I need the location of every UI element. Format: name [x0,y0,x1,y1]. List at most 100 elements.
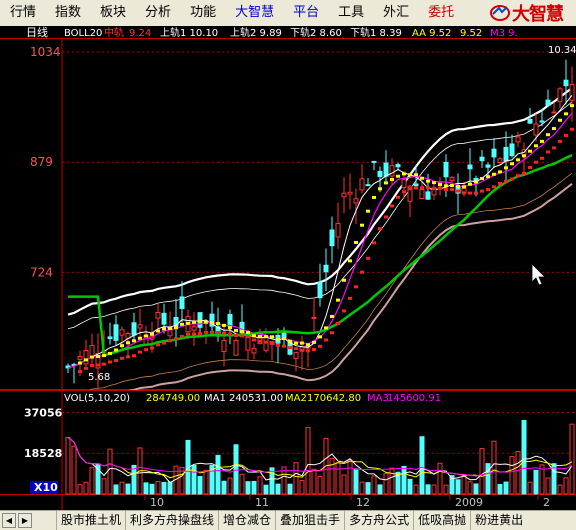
red-dot [474,191,478,195]
indicator-value-3: 下轨1 8.39 [350,26,402,39]
price-chart-panel[interactable]: 日线 BOLL20 中轨 9.24 上轨1 10.10 上轨2 9.89 下轨2 8.60… [0,26,576,390]
yellow-dot [84,358,88,362]
volume-bar [569,423,575,495]
yellow-dot [546,133,550,137]
indicator-mid-label: 中轨 [104,26,124,39]
tab-3[interactable]: 叠加狙击手 [275,511,344,530]
price-axis-label-2: 724 [30,265,53,279]
tab-2[interactable]: 增仓减仓 [218,511,275,530]
red-dot [390,204,394,208]
menu-item-0[interactable]: 行情 [0,0,45,26]
volume-bar [275,483,281,495]
yellow-dot [390,177,394,181]
red-dot [84,366,88,370]
candle-body [347,191,353,195]
red-dot [252,338,256,342]
yellow-dot [174,326,178,330]
red-dot [330,331,334,335]
volume-bar [89,467,95,495]
scroll-right-icon[interactable]: ▶ [18,513,32,528]
menu-item-8[interactable]: 外汇 [373,0,418,26]
tab-4[interactable]: 多方舟公式 [344,511,413,530]
candle-body [281,332,287,338]
volume-chart-panel[interactable]: VOL(5,10,20) 284749.00 MA1 240531.00 MA2 1706… [0,390,576,510]
volume-bar [407,478,413,495]
yellow-dot [522,154,526,158]
volume-bar [461,475,467,495]
volume-value-6: 145600.91 [387,393,441,404]
candle-body [335,222,341,238]
red-dot [528,166,532,170]
volume-bar [443,484,449,495]
yellow-dot [102,354,106,358]
tab-5[interactable]: 低吸高抛 [413,511,470,530]
indicator-value-0: 上轨1 10.10 [160,26,218,39]
yellow-dot [516,158,520,162]
yellow-dot [294,341,298,345]
scroll-left-icon[interactable]: ◀ [2,513,16,528]
menu-items: 行情 指数 板块 分析 功能 大智慧 平台 工具 外汇 委托 [0,0,463,26]
yellow-dot [324,326,328,330]
yellow-dot [360,223,364,227]
red-dot [486,188,490,192]
menu-item-9[interactable]: 委托 [418,0,463,26]
indicator-mid-value: 9.24 [129,28,151,39]
volume-bar [527,481,533,495]
yellow-dot [528,149,532,153]
volume-bar [515,451,521,495]
yellow-dot [186,321,190,325]
menu-item-1[interactable]: 指数 [45,0,90,26]
top-menu-bar: 行情 指数 板块 分析 功能 大智慧 平台 工具 外汇 委托 大智慧 [0,0,576,27]
indicator-value-1: 上轨2 9.89 [230,26,282,39]
red-dot [552,146,556,150]
date-label-0: 10 [150,496,164,509]
candle-body [503,146,509,162]
tab-6[interactable]: 粉进黄出 [470,511,527,530]
yellow-dot [534,144,538,148]
menu-item-2[interactable]: 板块 [90,0,135,26]
volume-bar [305,426,311,495]
volume-bar [437,462,443,495]
volume-bar [503,481,509,495]
candle-body [419,189,425,199]
yellow-dot [486,175,490,179]
logo-icon [490,5,510,21]
date-label-4: 2 [543,496,550,509]
volume-bar [389,467,395,495]
yellow-dot [564,112,568,116]
candle-body [467,164,473,170]
volume-bar [263,484,269,495]
red-dot [432,187,436,191]
tab-0[interactable]: 股市推土机 [56,511,125,530]
red-dot [540,156,544,160]
candle-body [311,316,317,319]
tab-1[interactable]: 利多方舟操盘线 [125,511,218,530]
volume-bar [233,444,239,495]
volume-bar [467,481,473,495]
red-dot [210,331,214,335]
menu-item-6[interactable]: 平台 [283,0,328,26]
menu-item-7[interactable]: 工具 [328,0,373,26]
red-dot [384,215,388,219]
tab-scroll-controls: ◀ ▶ [0,511,56,530]
candle-body [497,158,503,163]
candle-body [107,336,113,340]
menu-item-3[interactable]: 分析 [135,0,180,26]
candle-body [545,99,551,106]
volume-bar [533,469,539,495]
volume-bar [359,481,365,495]
volume-indicator-name: VOL(5,10,20) [64,393,130,404]
volume-bar [341,474,347,495]
red-dot [408,187,412,191]
yellow-dot [540,139,544,143]
volume-bar [221,480,227,495]
menu-item-4[interactable]: 功能 [180,0,225,26]
indicator-name: BOLL20 [64,28,102,39]
yellow-dot [138,336,142,340]
menu-item-5[interactable]: 大智慧 [225,0,283,26]
red-dot [546,150,550,154]
red-dot [156,343,160,347]
red-dot [312,348,316,352]
candle-body [569,83,575,101]
volume-bar [119,481,125,495]
